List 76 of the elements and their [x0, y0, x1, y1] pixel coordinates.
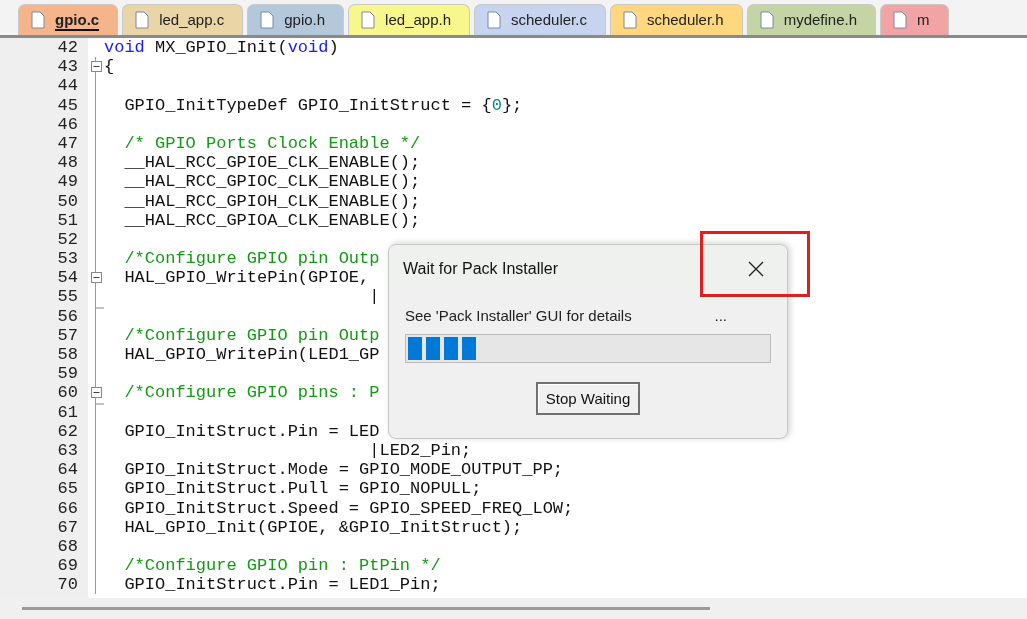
code-line: HAL_GPIO_WritePin(LED1_GP	[123, 345, 380, 365]
line-number: 63	[56, 440, 79, 461]
line-number: 68	[56, 536, 79, 557]
code-line: void MX_GPIO_Init(void)	[104, 38, 339, 58]
line-number: 62	[56, 421, 79, 441]
file-tab[interactable]: scheduler.c	[474, 4, 606, 35]
code-line: /* GPIO Ports Clock Enable */	[123, 133, 421, 154]
collapse-icon[interactable]	[91, 272, 102, 284]
file-icon	[759, 11, 774, 29]
close-icon	[748, 261, 764, 277]
file-icon	[622, 11, 637, 29]
file-icon	[361, 11, 376, 29]
line-number: 70	[56, 575, 79, 595]
stop-waiting-button[interactable]: Stop Waiting	[535, 382, 641, 415]
code-line: |LED2_Pin;	[368, 440, 472, 461]
status-message: See 'Pack Installer' GUI for details	[405, 307, 632, 324]
code-line: GPIO_InitStruct.Pull = GPIO_NOPULL;	[123, 479, 482, 499]
line-number: 47	[56, 133, 79, 154]
code-line: __HAL_RCC_GPIOE_CLK_ENABLE();	[123, 153, 421, 173]
code-line: |	[368, 287, 380, 307]
file-tab[interactable]: led_app.c	[122, 4, 244, 35]
code-line: GPIO_InitTypeDef GPIO_InitStruct = {0};	[123, 95, 523, 115]
line-number: 52	[56, 229, 79, 250]
line-number: 50	[56, 191, 79, 211]
code-line: /*Configure GPIO pins : P	[123, 383, 380, 403]
dialog-title: Wait for Pack Installer	[403, 260, 558, 278]
code-line: __HAL_RCC_GPIOC_CLK_ENABLE();	[123, 172, 421, 192]
file-icon	[135, 11, 150, 29]
line-number: 61	[56, 402, 79, 422]
code-line: /*Configure GPIO pin Outp	[123, 249, 380, 269]
code-line: GPIO_InitStruct.Mode = GPIO_MODE_OUTPUT_PP;	[123, 460, 564, 480]
file-tab[interactable]: gpio.c	[18, 4, 119, 35]
file-tab[interactable]: mydefine.h	[746, 4, 876, 35]
code-line: GPIO_InitStruct.Speed = GPIO_SPEED_FREQ_LOW;	[123, 498, 574, 518]
line-number: 59	[56, 364, 79, 384]
file-icon	[893, 11, 907, 29]
line-number: 55	[56, 287, 79, 307]
code-line: __HAL_RCC_GPIOH_CLK_ENABLE();	[123, 191, 421, 211]
line-number: 66	[56, 498, 79, 518]
line-number: 56	[56, 306, 79, 326]
code-line: HAL_GPIO_Init(GPIOE, &GPIO_InitStruct);	[123, 517, 523, 537]
code-line: {	[104, 57, 115, 77]
file-tab[interactable]: led_app.h	[348, 4, 470, 35]
collapse-icon[interactable]	[91, 61, 102, 73]
line-number: 69	[56, 556, 79, 576]
line-number: 54	[56, 268, 79, 288]
collapse-icon[interactable]	[91, 387, 102, 399]
ellipsis: ...	[714, 307, 727, 324]
file-icon	[31, 11, 45, 29]
line-number: 51	[56, 210, 79, 230]
file-tab[interactable]: scheduler.h	[609, 4, 743, 35]
code-line: HAL_GPIO_WritePin(GPIOE,	[123, 268, 370, 288]
line-number: 58	[56, 345, 79, 365]
line-number: 44	[56, 76, 79, 96]
code-line: /*Configure GPIO pin Outp	[123, 325, 380, 345]
line-number: 53	[56, 249, 79, 269]
code-line: /*Configure GPIO pin : PtPin */	[123, 556, 441, 576]
line-number: 64	[56, 460, 79, 480]
file-icon	[260, 11, 275, 29]
line-number: 65	[56, 479, 79, 499]
code-line: __HAL_RCC_GPIOA_CLK_ENABLE();	[123, 210, 421, 230]
line-number: 57	[56, 325, 79, 345]
line-number: 67	[56, 517, 79, 537]
line-number: 60	[56, 383, 79, 403]
file-tab[interactable]: m	[880, 4, 949, 35]
file-icon	[487, 11, 501, 29]
code-line: GPIO_InitStruct.Pin = LED1_Pin;	[123, 575, 441, 595]
horizontal-scrollbar[interactable]	[0, 598, 1027, 619]
line-number: 42	[56, 38, 79, 58]
line-number: 46	[56, 114, 79, 134]
line-number: 48	[56, 153, 79, 173]
line-number: 49	[56, 172, 79, 192]
file-tab[interactable]: gpio.h	[247, 4, 345, 35]
code-line: GPIO_InitStruct.Pin = LED	[123, 421, 380, 441]
line-number: 43	[56, 57, 79, 77]
line-number: 45	[56, 95, 79, 115]
